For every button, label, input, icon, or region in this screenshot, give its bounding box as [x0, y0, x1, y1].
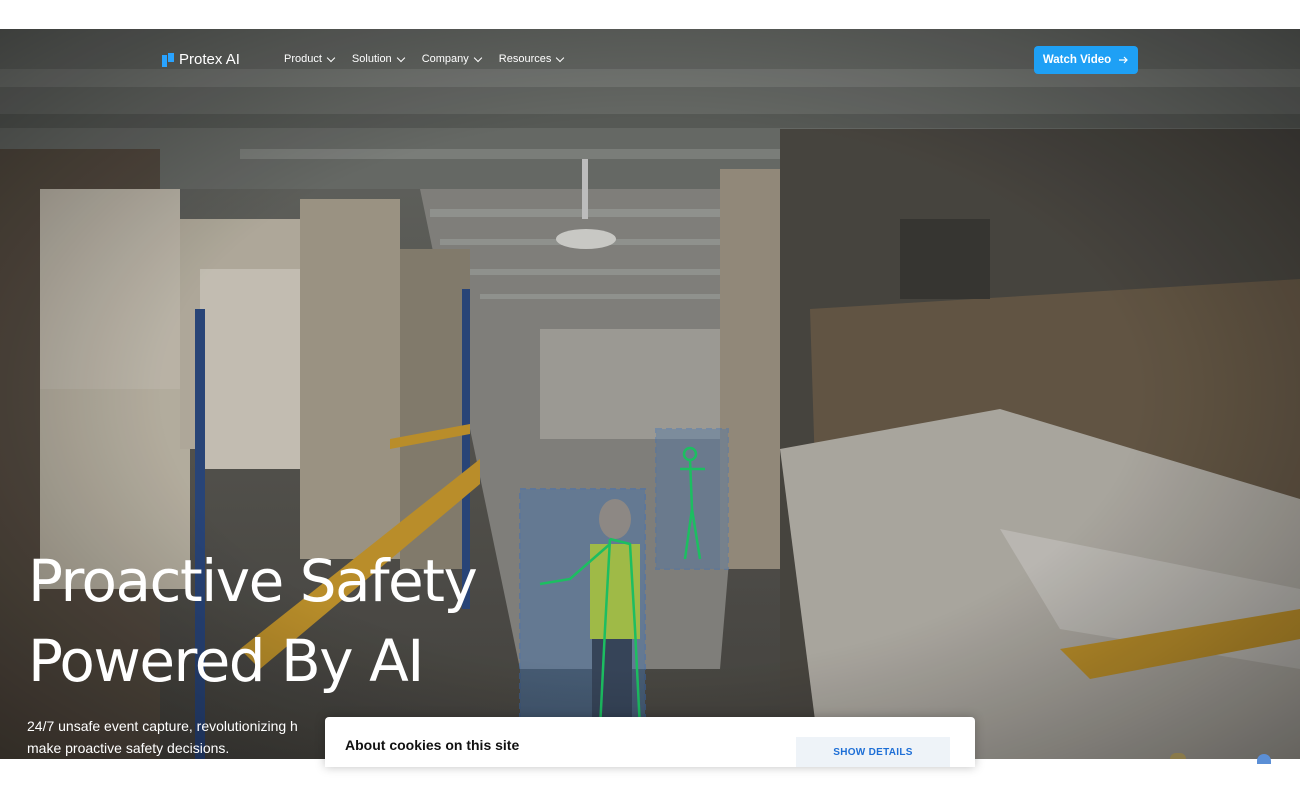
main-menu: Product Solution Company Resources [284, 53, 565, 65]
menu-item-product[interactable]: Product [284, 53, 336, 65]
watch-video-button[interactable]: Watch Video [1034, 46, 1138, 74]
hero-subtext-line-2: make proactive safety decisions. [27, 740, 230, 756]
protex-logo-mark-icon [162, 52, 175, 67]
hero-headline: Proactive Safety Powered By AI [28, 541, 478, 701]
hero-subtext-line-1: 24/7 unsafe event capture, revolutionizi… [27, 718, 298, 734]
chevron-down-icon [396, 53, 405, 62]
brand-name: Protex AI [179, 51, 240, 68]
watch-video-label: Watch Video [1042, 54, 1112, 66]
hero-subtext: 24/7 unsafe event capture, revolutionizi… [27, 715, 327, 759]
menu-item-company[interactable]: Company [421, 53, 483, 65]
brand-logo[interactable]: Protex AI [162, 51, 240, 68]
menu-item-label: Solution [351, 53, 392, 65]
show-details-button[interactable]: SHOW DETAILS [796, 737, 950, 767]
hero-headline-line-2: Powered By AI [28, 627, 424, 695]
menu-item-resources[interactable]: Resources [498, 53, 565, 65]
arrow-right-icon [1119, 56, 1129, 64]
chevron-down-icon [326, 53, 336, 62]
menu-item-solution[interactable]: Solution [351, 53, 405, 65]
cookie-banner-title: About cookies on this site [345, 737, 520, 753]
hero-section: Protex AI Product Solution Company Resou… [0, 29, 1300, 759]
chevron-down-icon [556, 53, 565, 62]
help-widget-icon[interactable] [1257, 754, 1271, 764]
hero-headline-line-1: Proactive Safety [28, 547, 478, 615]
menu-item-label: Resources [498, 53, 552, 65]
menu-item-label: Company [421, 53, 469, 65]
menu-item-label: Product [284, 53, 322, 65]
top-navigation: Protex AI Product Solution Company Resou… [0, 29, 1300, 91]
chevron-down-icon [473, 53, 483, 62]
cookie-banner: About cookies on this site SHOW DETAILS [325, 717, 975, 767]
browser-top-strip [0, 0, 1300, 29]
chat-widget-icon[interactable] [1170, 753, 1186, 759]
